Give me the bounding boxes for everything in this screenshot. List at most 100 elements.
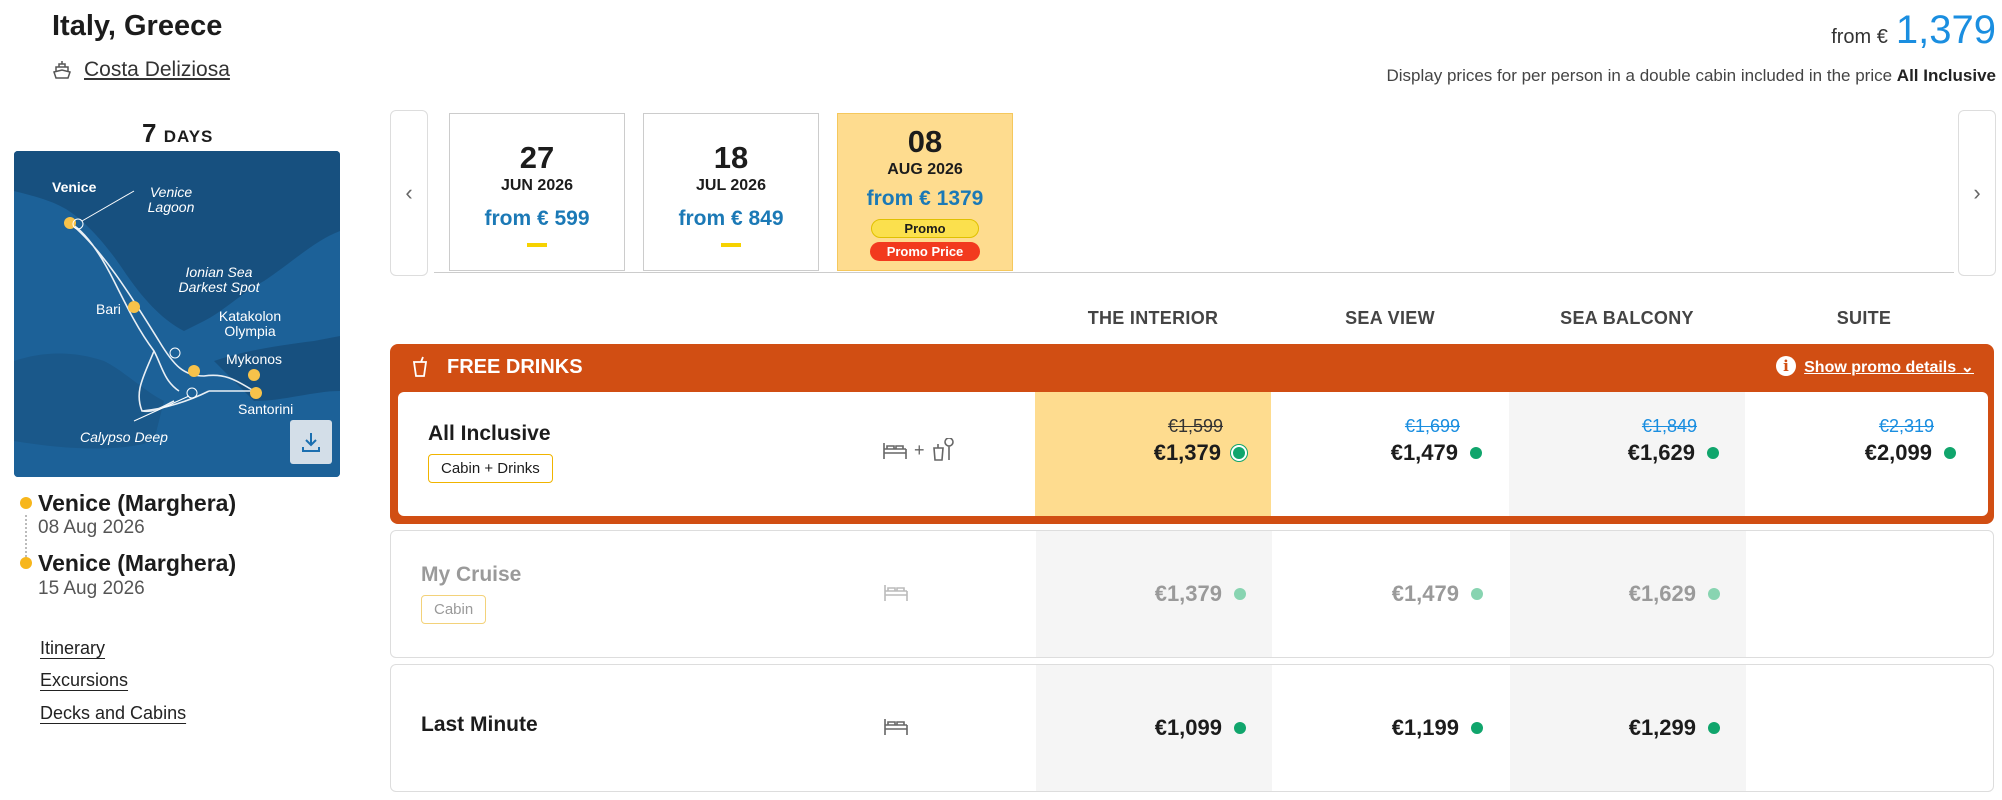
price-from-value: 1,379 xyxy=(1895,8,1996,52)
price-value: €1,379 xyxy=(1153,440,1221,465)
price-value: €1,299 xyxy=(1628,715,1696,740)
itinerary-link[interactable]: Itinerary xyxy=(40,638,105,659)
arrival-port: Venice (Marghera) xyxy=(38,550,237,576)
price-cell-interior[interactable]: €1,599 €1,379 xyxy=(1035,392,1271,516)
price-value: €1,479 xyxy=(1390,440,1458,465)
promo-title: FREE DRINKS xyxy=(447,356,583,378)
map-label-calypso-deep: Calypso Deep xyxy=(80,429,168,445)
available-dot xyxy=(1708,722,1720,734)
price-value: €1,379 xyxy=(1154,581,1222,606)
arrival-date: 15 Aug 2026 xyxy=(38,578,145,599)
price-cell-sea-balcony[interactable]: €1,629 xyxy=(1510,531,1746,657)
cruise-title: Italy, Greece xyxy=(52,10,223,42)
map-label-bari: Bari xyxy=(96,301,121,317)
departure-port: Venice (Marghera) xyxy=(38,490,237,516)
price-value: €1,099 xyxy=(1154,715,1222,740)
price-cell-sea-balcony[interactable]: €1,849 €1,629 xyxy=(1509,392,1745,516)
download-map-button[interactable] xyxy=(290,420,332,464)
price-cell-interior[interactable]: €1,379 xyxy=(1036,531,1272,657)
price-from-label: from € xyxy=(1831,26,1888,48)
bed-icon xyxy=(884,719,908,735)
price-value: €1,479 xyxy=(1391,581,1459,606)
price: €1,629 xyxy=(1628,440,1719,466)
price: €2,099 xyxy=(1865,440,1956,466)
price: €1,299 xyxy=(1629,715,1720,741)
info-icon[interactable]: i xyxy=(1776,356,1796,376)
arrival-dot xyxy=(20,557,32,569)
price-value: €1,199 xyxy=(1391,715,1459,740)
date-indicator xyxy=(527,243,547,247)
ship-icon xyxy=(53,61,71,79)
date-tab-jun-27[interactable]: 27 JUN 2026 from € 599 xyxy=(449,113,625,271)
price-from: from € 1,379 xyxy=(1831,8,1996,53)
promo-price-badge: Promo Price xyxy=(870,242,980,261)
days-label: DAYS xyxy=(163,127,214,146)
prev-dates-button[interactable]: ‹ xyxy=(390,110,428,276)
price: €1,629 xyxy=(1629,581,1720,607)
date-tab-jul-18[interactable]: 18 JUL 2026 from € 849 xyxy=(643,113,819,271)
rate-row-all-inclusive: All Inclusive Cabin + Drinks + €1,599 €1… xyxy=(398,392,1988,516)
price: €1,379 xyxy=(1155,581,1246,607)
chevron-down-icon: ⌄ xyxy=(1960,359,1974,376)
map-label-katakolon: Katakolon Olympia xyxy=(218,308,282,339)
rate-badge: Cabin + Drinks xyxy=(428,454,553,483)
drink-cup-icon xyxy=(412,356,428,383)
price-cell-sea-view[interactable]: €1,199 xyxy=(1273,665,1509,791)
date-price: from € 849 xyxy=(678,207,784,230)
old-price: €1,599 xyxy=(1167,416,1223,436)
col-interior: THE INTERIOR xyxy=(1087,308,1219,328)
date-tab-aug-08[interactable]: 08 AUG 2026 from € 1379 Promo Promo Pric… xyxy=(837,113,1013,271)
show-promo-details-link[interactable]: Show promo details ⌄ xyxy=(1804,357,1974,377)
decks-cabins-link[interactable]: Decks and Cabins xyxy=(40,703,186,724)
col-suite: SUITE xyxy=(1836,308,1892,328)
rate-row-my-cruise: My Cruise Cabin €1,379 €1,479 €1,629 xyxy=(390,530,1994,658)
date-price: from € 1379 xyxy=(866,187,984,210)
price-value: €1,629 xyxy=(1628,581,1696,606)
disclaimer-text: Display prices for per person in a doubl… xyxy=(1386,66,1893,85)
date-day: 08 xyxy=(907,124,943,159)
old-price: €1,699 xyxy=(1404,416,1460,436)
price: €1,199 xyxy=(1392,715,1483,741)
old-price: €1,849 xyxy=(1641,416,1697,436)
date-month: AUG 2026 xyxy=(887,161,963,178)
rate-badge: Cabin xyxy=(421,595,487,624)
ship-link[interactable]: Costa Deliziosa xyxy=(52,58,230,82)
rate-row-last-minute: Last Minute €1,099 €1,199 €1,299 xyxy=(390,664,1994,792)
promo-link-label: Show promo details xyxy=(1804,359,1957,376)
map-label-venice-lagoon: Venice Lagoon xyxy=(147,184,195,215)
date-day: 18 xyxy=(713,140,749,175)
available-dot xyxy=(1470,447,1482,459)
map-label-venice: Venice xyxy=(52,179,97,195)
available-dot xyxy=(1471,588,1483,600)
chevron-left-icon: ‹ xyxy=(405,180,413,205)
excursions-link[interactable]: Excursions xyxy=(40,670,128,691)
bed-icon xyxy=(884,585,908,601)
col-sea-view: SEA VIEW xyxy=(1345,308,1435,328)
price-cell-sea-view[interactable]: €1,479 xyxy=(1273,531,1509,657)
chevron-right-icon: › xyxy=(1973,180,1981,205)
rate-name: Last Minute xyxy=(421,713,538,736)
price-cell-interior[interactable]: €1,099 xyxy=(1036,665,1272,791)
price: €1,099 xyxy=(1155,715,1246,741)
promo-badge: Promo xyxy=(871,219,979,238)
available-dot xyxy=(1707,447,1719,459)
available-dot xyxy=(1233,447,1245,459)
available-dot xyxy=(1234,588,1246,600)
departure-dot xyxy=(20,497,32,509)
date-indicator xyxy=(721,243,741,247)
price-cell-sea-balcony[interactable]: €1,299 xyxy=(1510,665,1746,791)
rate-name: All Inclusive xyxy=(428,422,551,445)
bed-icon xyxy=(883,443,907,459)
drinks-icon xyxy=(932,438,954,461)
price-cell-sea-view[interactable]: €1,699 €1,479 xyxy=(1272,392,1508,516)
rate-icons xyxy=(883,715,909,737)
days-number: 7 xyxy=(142,118,157,148)
departure-date: 08 Aug 2026 xyxy=(38,517,145,538)
plus-separator: + xyxy=(914,439,925,460)
available-dot xyxy=(1944,447,1956,459)
price-value: €1,629 xyxy=(1627,440,1695,465)
next-dates-button[interactable]: › xyxy=(1958,110,1996,276)
disclaimer-bold: All Inclusive xyxy=(1896,66,1996,85)
price-cell-suite[interactable]: €2,319 €2,099 xyxy=(1746,392,1982,516)
price-disclaimer: Display prices for per person in a doubl… xyxy=(1386,66,1996,86)
